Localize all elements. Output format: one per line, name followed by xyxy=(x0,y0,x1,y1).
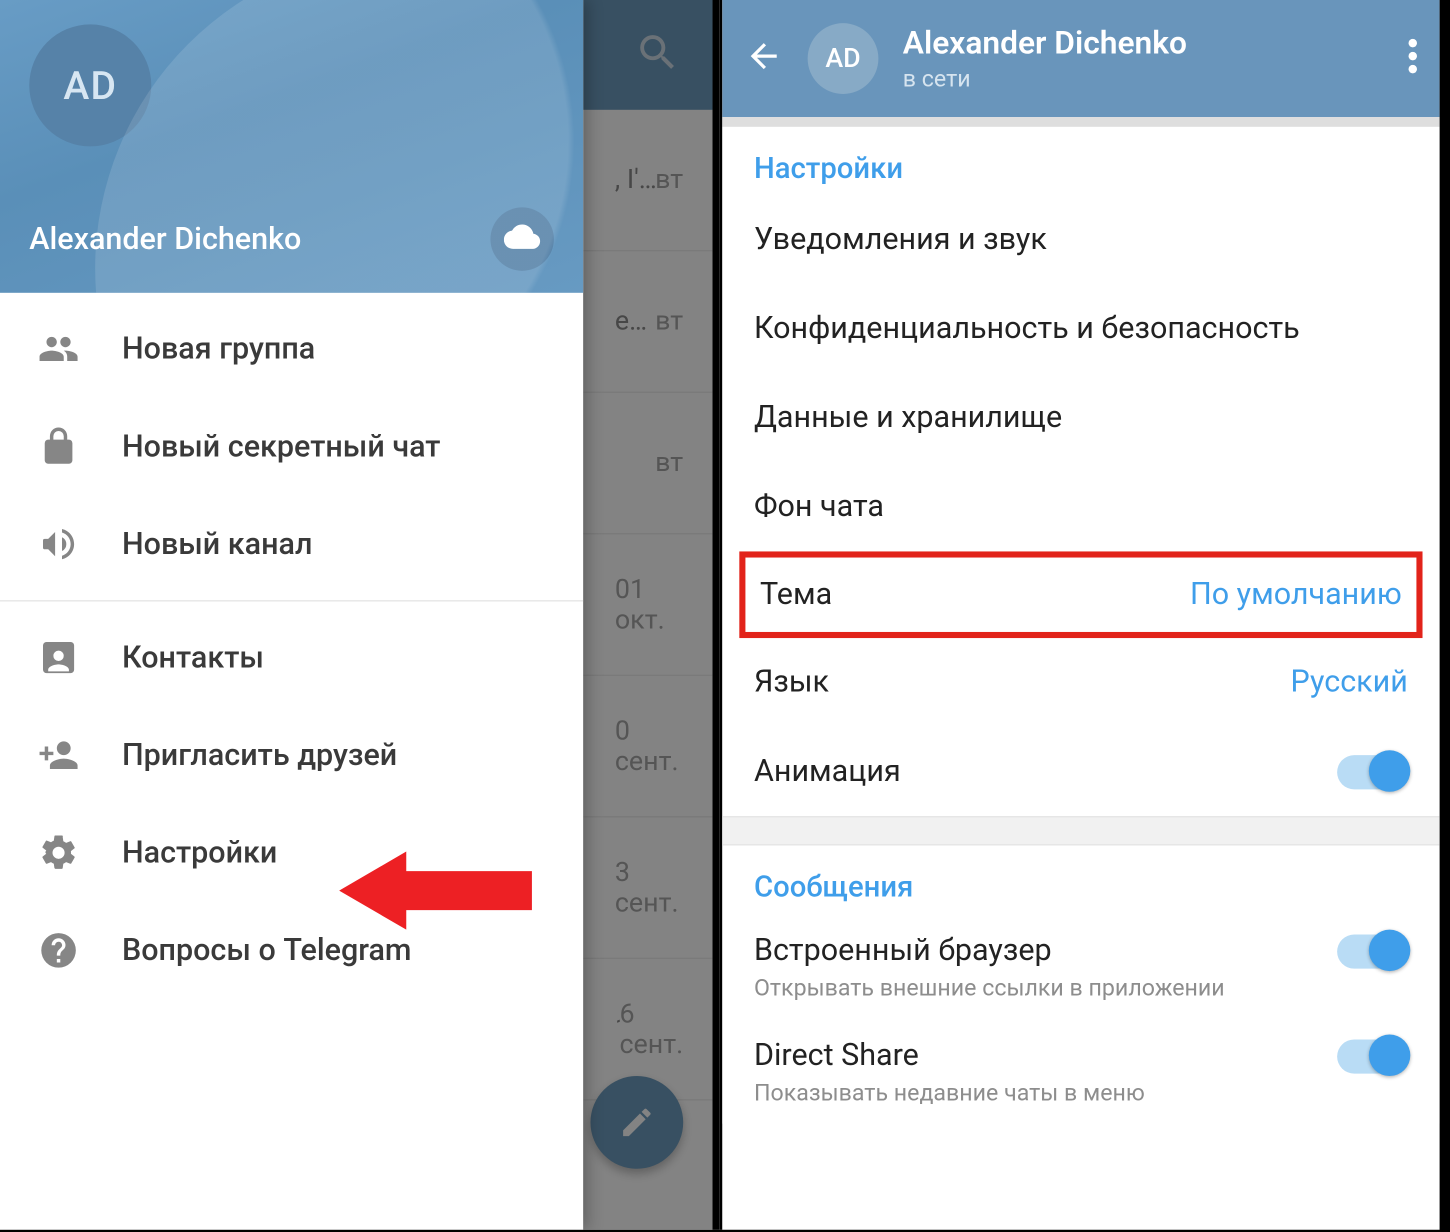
drawer-item-label: Настройки xyxy=(122,835,277,870)
annotation-arrow xyxy=(339,842,534,940)
browser-toggle[interactable] xyxy=(1337,934,1408,968)
person-add-icon xyxy=(37,733,81,777)
left-screenshot: , I'…вт е…вт вт 01 окт. 0 сент. 3 сент. … xyxy=(0,0,720,1230)
animation-toggle[interactable] xyxy=(1337,755,1408,789)
settings-item-language[interactable]: Язык Русский xyxy=(722,638,1439,727)
user-name: Alexander Dichenko xyxy=(29,221,301,256)
section-header-messages: Сообщения xyxy=(722,845,1439,913)
drawer-item-label: Новый секретный чат xyxy=(122,429,440,464)
saved-messages-button[interactable] xyxy=(490,207,553,270)
right-screenshot: AD Alexander Dichenko в сети Настройки У… xyxy=(720,0,1440,1230)
drawer-header: AD Alexander Dichenko xyxy=(0,0,583,293)
section-header-settings: Настройки xyxy=(722,127,1439,195)
direct-share-toggle[interactable] xyxy=(1337,1039,1408,1073)
settings-item-data[interactable]: Данные и хранилище xyxy=(722,373,1439,462)
drawer-item-new-secret-chat[interactable]: Новый секретный чат xyxy=(0,398,583,496)
settings-item-background[interactable]: Фон чата xyxy=(722,462,1439,551)
drawer-item-label: Новая группа xyxy=(122,331,315,366)
gear-icon xyxy=(37,831,81,875)
profile-title: Alexander Dichenko xyxy=(903,25,1187,62)
settings-item-direct-share[interactable]: Direct Share Показывать недавние чаты в … xyxy=(722,1019,1439,1124)
profile-status: в сети xyxy=(903,64,1187,92)
section-divider xyxy=(722,816,1439,845)
back-button[interactable] xyxy=(744,37,783,81)
theme-value: По умолчанию xyxy=(1190,577,1402,612)
drawer-item-new-group[interactable]: Новая группа xyxy=(0,300,583,398)
lock-icon xyxy=(37,425,81,469)
more-menu-button[interactable] xyxy=(1408,35,1418,81)
drawer-item-label: Новый канал xyxy=(122,526,312,561)
megaphone-icon xyxy=(37,522,81,566)
drawer-divider xyxy=(0,600,583,601)
help-icon xyxy=(37,928,81,972)
cloud-icon xyxy=(504,218,541,259)
drawer-item-label: Пригласить друзей xyxy=(122,737,397,772)
drawer-list: Новая группа Новый секретный чат Новый к… xyxy=(0,293,583,1230)
drawer-item-label: Контакты xyxy=(122,640,264,675)
language-value: Русский xyxy=(1291,665,1408,700)
toolbar-shadow xyxy=(722,117,1439,127)
settings-item-theme[interactable]: Тема По умолчанию xyxy=(739,551,1422,638)
settings-item-browser[interactable]: Встроенный браузер Открывать внешние ссы… xyxy=(722,914,1439,1019)
settings-item-animation[interactable]: Анимация xyxy=(722,727,1439,816)
drawer-item-invite[interactable]: Пригласить друзей xyxy=(0,706,583,804)
settings-toolbar: AD Alexander Dichenko в сети xyxy=(722,0,1439,117)
drawer-item-contacts[interactable]: Контакты xyxy=(0,609,583,707)
settings-item-privacy[interactable]: Конфиденциальность и безопасность xyxy=(722,284,1439,373)
user-avatar[interactable]: AD xyxy=(29,24,151,146)
drawer-item-new-channel[interactable]: Новый канал xyxy=(0,495,583,593)
profile-avatar[interactable]: AD xyxy=(808,23,879,94)
settings-item-notifications[interactable]: Уведомления и звук xyxy=(722,195,1439,284)
group-icon xyxy=(37,327,81,371)
contact-icon xyxy=(37,636,81,680)
navigation-drawer: AD Alexander Dichenko Новая группа Новый… xyxy=(0,0,583,1230)
